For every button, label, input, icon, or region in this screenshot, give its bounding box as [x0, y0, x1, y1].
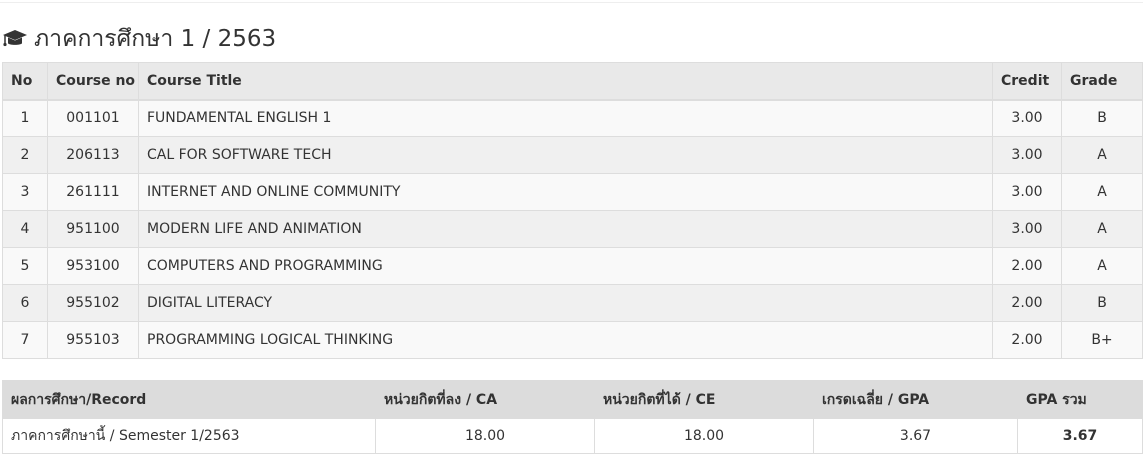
table-row: 2 206113 CAL FOR SOFTWARE TECH 3.00 A — [2, 136, 1143, 174]
cell-credit: 3.00 — [992, 173, 1062, 211]
cell-course-no: 001101 — [47, 99, 139, 137]
cell-course-no: 261111 — [47, 173, 139, 211]
semester-heading: ภาคการศึกษา 1 / 2563 — [2, 24, 276, 54]
cell-credit: 2.00 — [992, 247, 1062, 285]
table-row: 7 955103 PROGRAMMING LOGICAL THINKING 2.… — [2, 321, 1143, 359]
graduation-cap-icon — [3, 30, 27, 47]
cell-credit: 2.00 — [992, 321, 1062, 359]
cell-no: 6 — [2, 284, 48, 322]
cell-course-no: 951100 — [47, 210, 139, 248]
cell-course-title: CAL FOR SOFTWARE TECH — [138, 136, 993, 174]
cell-no: 4 — [2, 210, 48, 248]
cell-course-no: 955102 — [47, 284, 139, 322]
header-gpa: เกรดเฉลี่ย / GPA — [813, 380, 1018, 419]
summary-ce: 18.00 — [594, 418, 814, 454]
header-course-title: Course Title — [138, 62, 993, 101]
summary-label: ภาคการศึกษานี้ / Semester 1/2563 — [2, 418, 376, 454]
summary-gpa: 3.67 — [813, 418, 1018, 454]
table-row: 1 001101 FUNDAMENTAL ENGLISH 1 3.00 B — [2, 99, 1143, 137]
semester-title: ภาคการศึกษา 1 / 2563 — [34, 26, 277, 52]
summary-header: ผลการศึกษา/Record หน่วยกิตที่ลง / CA หน่… — [2, 380, 1143, 419]
cell-no: 2 — [2, 136, 48, 174]
summary-gpax: 3.67 — [1017, 418, 1143, 454]
cell-grade: B+ — [1061, 321, 1143, 359]
cell-course-title: COMPUTERS AND PROGRAMMING — [138, 247, 993, 285]
table-row: 6 955102 DIGITAL LITERACY 2.00 B — [2, 284, 1143, 322]
cell-course-title: PROGRAMMING LOGICAL THINKING — [138, 321, 993, 359]
cell-course-title: DIGITAL LITERACY — [138, 284, 993, 322]
header-record: ผลการศึกษา/Record — [2, 380, 376, 419]
header-no: No — [2, 62, 48, 101]
header-grade: Grade — [1061, 62, 1143, 101]
table-row: 5 953100 COMPUTERS AND PROGRAMMING 2.00 … — [2, 247, 1143, 285]
top-divider — [0, 2, 1143, 3]
summary-row: ภาคการศึกษานี้ / Semester 1/2563 18.00 1… — [2, 418, 1143, 454]
cell-credit: 3.00 — [992, 136, 1062, 174]
table-row: 4 951100 MODERN LIFE AND ANIMATION 3.00 … — [2, 210, 1143, 248]
cell-course-no: 955103 — [47, 321, 139, 359]
summary-table: ผลการศึกษา/Record หน่วยกิตที่ลง / CA หน่… — [2, 380, 1143, 454]
cell-grade: A — [1061, 247, 1143, 285]
header-ca: หน่วยกิตที่ลง / CA — [375, 380, 595, 419]
header-credit: Credit — [992, 62, 1062, 101]
cell-grade: A — [1061, 210, 1143, 248]
cell-credit: 3.00 — [992, 99, 1062, 137]
cell-course-title: INTERNET AND ONLINE COMMUNITY — [138, 173, 993, 211]
cell-course-title: MODERN LIFE AND ANIMATION — [138, 210, 993, 248]
header-course-no: Course no — [47, 62, 139, 101]
cell-no: 3 — [2, 173, 48, 211]
cell-no: 5 — [2, 247, 48, 285]
cell-course-no: 206113 — [47, 136, 139, 174]
cell-grade: A — [1061, 136, 1143, 174]
cell-no: 1 — [2, 99, 48, 137]
course-table: No Course no Course Title Credit Grade 1… — [2, 62, 1143, 359]
header-gpax: GPA รวม — [1017, 380, 1143, 419]
cell-grade: A — [1061, 173, 1143, 211]
cell-credit: 2.00 — [992, 284, 1062, 322]
cell-grade: B — [1061, 99, 1143, 137]
cell-course-title: FUNDAMENTAL ENGLISH 1 — [138, 99, 993, 137]
header-ce: หน่วยกิตที่ได้ / CE — [594, 380, 814, 419]
table-row: 3 261111 INTERNET AND ONLINE COMMUNITY 3… — [2, 173, 1143, 211]
course-table-header: No Course no Course Title Credit Grade — [2, 62, 1143, 101]
summary-ca: 18.00 — [375, 418, 595, 454]
cell-grade: B — [1061, 284, 1143, 322]
cell-no: 7 — [2, 321, 48, 359]
cell-credit: 3.00 — [992, 210, 1062, 248]
cell-course-no: 953100 — [47, 247, 139, 285]
